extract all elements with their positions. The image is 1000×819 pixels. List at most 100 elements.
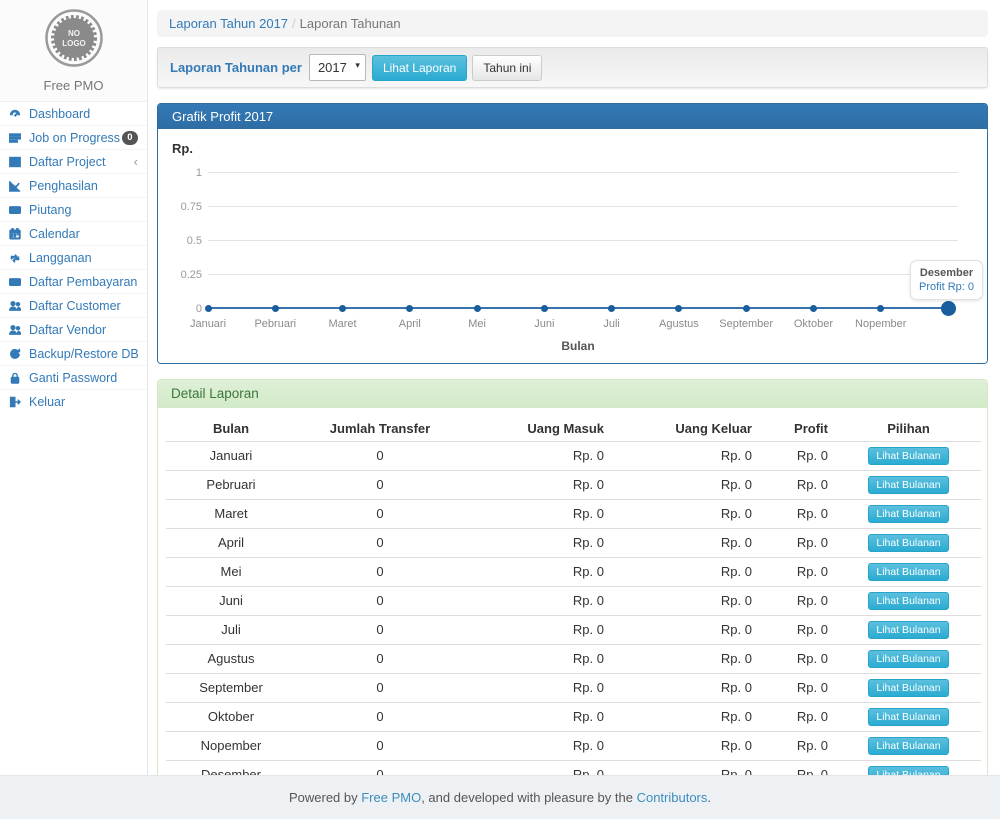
chart-point-juli[interactable] [608, 305, 615, 312]
table-row: Juni0Rp. 0Rp. 0Rp. 0Lihat Bulanan [166, 587, 981, 616]
profit-chart: Rp. 10.750.50.250JanuariPebruariMaretApr… [158, 129, 987, 363]
table-cell: Rp. 0 [760, 732, 836, 761]
table-action-cell: Lihat Bulanan [836, 442, 981, 471]
tahun-ini-button[interactable]: Tahun ini [472, 55, 542, 81]
lihat-bulanan-button[interactable]: Lihat Bulanan [868, 592, 948, 610]
footer-freepmo-link[interactable]: Free PMO [361, 790, 421, 805]
footer-contributors-link[interactable]: Contributors [637, 790, 708, 805]
table-cell: Rp. 0 [760, 529, 836, 558]
users-icon [9, 300, 25, 312]
lihat-laporan-button[interactable]: Lihat Laporan [372, 55, 467, 81]
breadcrumb-current: Laporan Tahunan [300, 16, 401, 31]
sidebar-item-label: Piutang [29, 203, 138, 217]
table-row: Nopember0Rp. 0Rp. 0Rp. 0Lihat Bulanan [166, 732, 981, 761]
table-cell: Rp. 0 [464, 442, 612, 471]
sidebar-item-label: Dashboard [29, 107, 138, 121]
table-cell: Rp. 0 [464, 587, 612, 616]
detail-table-wrap: BulanJumlah TransferUang MasukUang Kelua… [158, 408, 987, 775]
footer: Powered by Free PMO, and developed with … [0, 775, 1000, 819]
table-cell: 0 [296, 674, 464, 703]
column-header: Pilihan [836, 417, 981, 442]
chart-tooltip: Desember Profit Rp: 0 [910, 260, 983, 300]
table-cell: Rp. 0 [464, 645, 612, 674]
chart-point-mei[interactable] [474, 305, 481, 312]
lihat-bulanan-button[interactable]: Lihat Bulanan [868, 650, 948, 668]
lihat-bulanan-button[interactable]: Lihat Bulanan [868, 563, 948, 581]
sidebar-item-ganti-password[interactable]: Ganti Password [0, 365, 147, 389]
table-cell: Rp. 0 [760, 500, 836, 529]
sidebar-item-daftar-project[interactable]: Daftar Project‹ [0, 149, 147, 173]
table-cell: Rp. 0 [760, 471, 836, 500]
table-cell: Rp. 0 [612, 761, 760, 776]
table-cell: Maret [166, 500, 296, 529]
chart-point-september[interactable] [743, 305, 750, 312]
sidebar-item-dashboard[interactable]: Dashboard [0, 101, 147, 125]
lihat-bulanan-button[interactable]: Lihat Bulanan [868, 476, 948, 494]
lihat-bulanan-button[interactable]: Lihat Bulanan [868, 621, 948, 639]
chart-point-pebruari[interactable] [272, 305, 279, 312]
year-select[interactable]: 2017 [309, 54, 366, 81]
table-action-cell: Lihat Bulanan [836, 703, 981, 732]
chart-point-april[interactable] [406, 305, 413, 312]
sidebar-item-penghasilan[interactable]: Penghasilan [0, 173, 147, 197]
table-action-cell: Lihat Bulanan [836, 471, 981, 500]
chart-point-januari[interactable] [205, 305, 212, 312]
chart-point-juni[interactable] [541, 305, 548, 312]
lihat-bulanan-button[interactable]: Lihat Bulanan [868, 534, 948, 552]
sidebar-item-calendar[interactable]: Calendar [0, 221, 147, 245]
table-row: Juli0Rp. 0Rp. 0Rp. 0Lihat Bulanan [166, 616, 981, 645]
money-icon [9, 276, 25, 288]
chart-point-agustus[interactable] [675, 305, 682, 312]
sidebar-item-keluar[interactable]: Keluar [0, 389, 147, 413]
sidebar-item-daftar-customer[interactable]: Daftar Customer [0, 293, 147, 317]
lihat-bulanan-button[interactable]: Lihat Bulanan [868, 505, 948, 523]
table-cell: 0 [296, 616, 464, 645]
table-action-cell: Lihat Bulanan [836, 674, 981, 703]
lihat-bulanan-button[interactable]: Lihat Bulanan [868, 679, 948, 697]
table-cell: 0 [296, 500, 464, 529]
app-name: Free PMO [0, 78, 147, 93]
table-cell: 0 [296, 529, 464, 558]
users-icon [9, 324, 25, 336]
lihat-bulanan-button[interactable]: Lihat Bulanan [868, 447, 948, 465]
breadcrumb-link[interactable]: Laporan Tahun 2017 [169, 16, 288, 31]
sidebar-item-daftar-vendor[interactable]: Daftar Vendor [0, 317, 147, 341]
chart-tooltip-value: Profit Rp: 0 [919, 280, 974, 294]
table-cell: Rp. 0 [464, 500, 612, 529]
lihat-bulanan-button[interactable]: Lihat Bulanan [868, 737, 948, 755]
detail-panel: Detail Laporan BulanJumlah TransferUang … [157, 379, 988, 775]
table-cell: Rp. 0 [760, 674, 836, 703]
chart-point-desember[interactable] [941, 301, 956, 316]
chart-x-tick: Nopember [841, 318, 921, 330]
sidebar-item-label: Langganan [29, 251, 138, 265]
dashboard-icon [9, 108, 25, 120]
chart-point-nopember[interactable] [877, 305, 884, 312]
sidebar-item-label: Daftar Vendor [29, 323, 138, 337]
table-cell: 0 [296, 471, 464, 500]
sidebar-item-daftar-pembayaran[interactable]: Daftar Pembayaran [0, 269, 147, 293]
table-row: September0Rp. 0Rp. 0Rp. 0Lihat Bulanan [166, 674, 981, 703]
table-cell: Rp. 0 [464, 529, 612, 558]
sidebar-item-piutang[interactable]: Piutang [0, 197, 147, 221]
sidebar-item-job-on-progress[interactable]: Job on Progress0 [0, 125, 147, 149]
chart-point-oktober[interactable] [810, 305, 817, 312]
table-cell: Rp. 0 [612, 500, 760, 529]
sidebar: NO LOGO Free PMO DashboardJob on Progres… [0, 0, 148, 775]
sidebar-item-label: Penghasilan [29, 179, 138, 193]
lihat-bulanan-button[interactable]: Lihat Bulanan [868, 708, 948, 726]
sidebar-item-label: Keluar [29, 395, 138, 409]
table-cell: Rp. 0 [760, 558, 836, 587]
chart-point-maret[interactable] [339, 305, 346, 312]
table-cell: Pebruari [166, 471, 296, 500]
table-row: Pebruari0Rp. 0Rp. 0Rp. 0Lihat Bulanan [166, 471, 981, 500]
chart-gridline [208, 240, 958, 241]
table-action-cell: Lihat Bulanan [836, 500, 981, 529]
table-header-row: BulanJumlah TransferUang MasukUang Kelua… [166, 417, 981, 442]
lihat-bulanan-button[interactable]: Lihat Bulanan [868, 766, 948, 775]
sidebar-item-backup-restore-db[interactable]: Backup/Restore DB [0, 341, 147, 365]
table-cell: Rp. 0 [464, 558, 612, 587]
table-cell: Nopember [166, 732, 296, 761]
chart-gridline [208, 206, 958, 207]
table-row: April0Rp. 0Rp. 0Rp. 0Lihat Bulanan [166, 529, 981, 558]
sidebar-item-langganan[interactable]: Langganan [0, 245, 147, 269]
